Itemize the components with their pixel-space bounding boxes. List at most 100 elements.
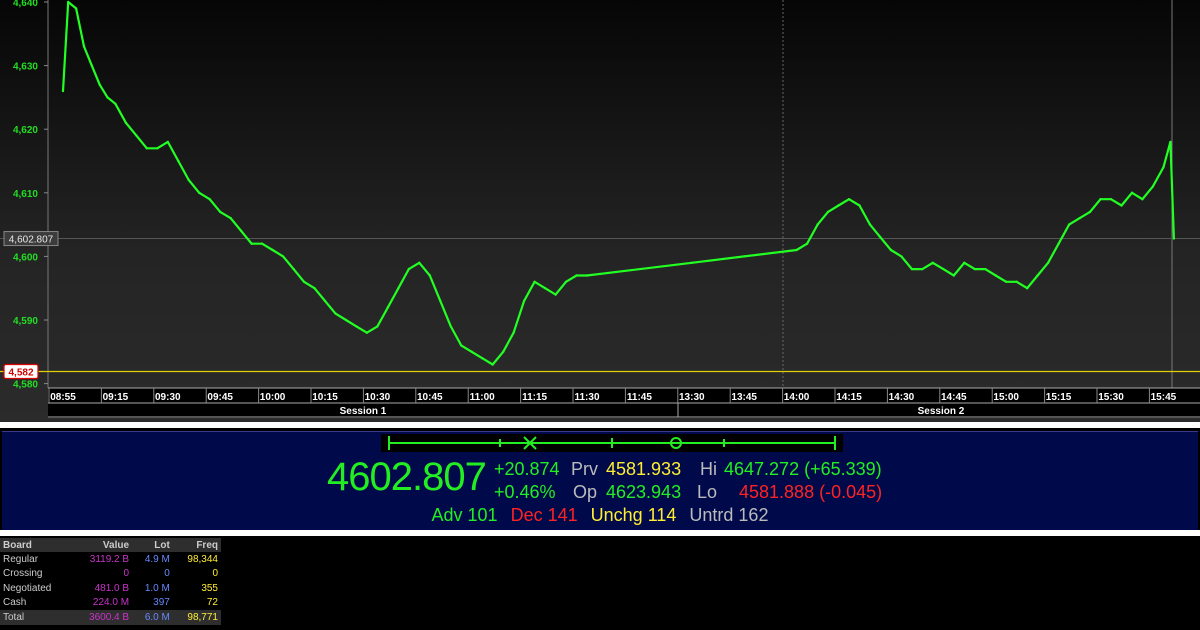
- prev-close-value: 4581.933: [606, 459, 682, 479]
- intraday-chart: 4,640 4,630 4,620 4,610 4,600 4,590 4,580 08:5…: [0, 0, 1200, 418]
- x-tick-label: 13:30: [679, 392, 705, 403]
- board-freq: 355: [201, 582, 218, 594]
- x-tick-label: 14:00: [784, 392, 810, 403]
- y-tick-label: 4,630: [13, 62, 38, 73]
- price-point: [61, 89, 65, 93]
- price-point: [74, 7, 78, 10]
- price-point: [177, 159, 180, 163]
- board-value: 3600.4 B: [71, 610, 133, 625]
- table-row[interactable]: Negotiated 481.0 B 1.0 M 355: [0, 581, 221, 596]
- price-point: [292, 267, 295, 271]
- price-point: [826, 210, 830, 214]
- table-row[interactable]: Crossing 0 0 0: [0, 567, 221, 582]
- price-point: [984, 267, 987, 271]
- separator: [0, 422, 1200, 428]
- table-row-total[interactable]: Total 3600.4 B 6.0 M 98,771: [0, 610, 221, 625]
- price-point: [1026, 287, 1029, 290]
- x-tick-label: 09:15: [103, 392, 129, 403]
- table-row[interactable]: Cash 224.0 M 397 72: [0, 596, 221, 611]
- y-tick-label: 4,640: [13, 0, 38, 9]
- board-summary-table: Board Value Lot Freq Regular 3119.2 B 4.…: [0, 538, 221, 625]
- price-point: [994, 274, 997, 277]
- market-breadth: Adv 101 Dec 141 Unchg 114 Untrd 162: [0, 505, 1200, 526]
- low-value: 4581.888 (-0.045): [739, 482, 883, 502]
- price-point: [910, 267, 914, 271]
- price-point: [439, 299, 442, 303]
- price-point: [407, 267, 410, 271]
- price-point: [1130, 191, 1134, 194]
- price-point: [1169, 140, 1172, 144]
- price-point: [816, 223, 819, 226]
- price-point: [219, 210, 222, 214]
- price-point: [575, 274, 578, 277]
- price-point: [166, 140, 169, 144]
- price-point: [460, 344, 463, 347]
- price-point: [98, 83, 101, 86]
- x-tick-label: 15:15: [1046, 392, 1072, 403]
- price-point: [281, 255, 285, 258]
- board-name: Regular: [3, 553, 39, 565]
- index-change: +20.874: [494, 459, 560, 479]
- open-label: Op: [573, 482, 598, 502]
- price-point: [313, 287, 316, 290]
- price-point: [1141, 198, 1144, 201]
- board-value: 224.0 M: [92, 597, 130, 609]
- y-tick-label: 4,600: [13, 252, 38, 263]
- x-tick-label: 10:45: [417, 392, 443, 403]
- price-point: [805, 242, 809, 245]
- board-lot: 1.0 M: [144, 582, 170, 594]
- y-tick-label: 4,620: [13, 125, 38, 136]
- x-tick-label: 15:45: [1151, 392, 1177, 403]
- column-header-freq: Freq: [172, 538, 221, 552]
- x-tick-label: 13:45: [731, 392, 757, 403]
- table-row[interactable]: Regular 3119.2 B 4.9 M 98,344: [0, 552, 221, 567]
- x-tick-label: 11:00: [470, 392, 495, 403]
- board-name: Cash: [3, 597, 27, 609]
- x-tick-label: 08:55: [50, 392, 76, 403]
- price-point: [879, 236, 882, 239]
- price-point: [397, 287, 400, 290]
- board-name: Crossing: [3, 568, 43, 580]
- column-header-value: Value: [71, 538, 133, 552]
- price-point: [522, 299, 526, 303]
- x-tick-label: 09:30: [155, 392, 181, 403]
- price-point: [963, 261, 966, 264]
- price-point: [365, 331, 369, 334]
- price-point: [418, 261, 421, 264]
- price-point: [1078, 217, 1081, 220]
- price-point: [564, 280, 568, 283]
- board-lot: 4.9 M: [144, 553, 170, 565]
- intraday-chart-panel[interactable]: 4,640 4,630 4,620 4,610 4,600 4,590 4,580 08:5…: [0, 0, 1200, 422]
- price-point: [481, 357, 484, 360]
- board-name: Total: [0, 610, 72, 625]
- board-lot: 0: [164, 568, 170, 580]
- price-point: [449, 325, 452, 328]
- unchanged-count: Unchg 114: [590, 505, 677, 525]
- x-tick-label: 11:30: [574, 392, 599, 403]
- x-tick-label: 11:15: [522, 392, 547, 403]
- untraded-count: Untrd 162: [689, 505, 769, 525]
- price-point: [156, 147, 159, 150]
- board-freq: 98,344: [187, 553, 218, 565]
- price-point: [543, 287, 547, 290]
- board-freq: 72: [206, 597, 218, 609]
- price-point: [1088, 210, 1092, 214]
- x-tick-label: 14:30: [889, 392, 915, 403]
- decliners-count: Dec 141: [510, 505, 578, 525]
- price-point: [187, 178, 190, 182]
- price-point: [858, 204, 861, 207]
- y-tick-label: 4,580: [13, 380, 38, 391]
- x-tick-label: 11:45: [627, 392, 652, 403]
- reference-value-tag: 4,582: [3, 363, 39, 380]
- x-tick-label: 15:00: [993, 392, 1019, 403]
- price-point: [145, 147, 148, 150]
- low-label: Lo: [697, 482, 718, 502]
- price-point: [106, 96, 109, 99]
- price-point: [376, 325, 379, 328]
- session-2-label: Session 2: [918, 406, 965, 417]
- board-lot: 397: [153, 597, 170, 609]
- price-point: [952, 274, 955, 277]
- y-tick-label: 4,590: [13, 316, 38, 327]
- price-point: [334, 312, 337, 315]
- x-tick-label: 09:45: [207, 392, 233, 403]
